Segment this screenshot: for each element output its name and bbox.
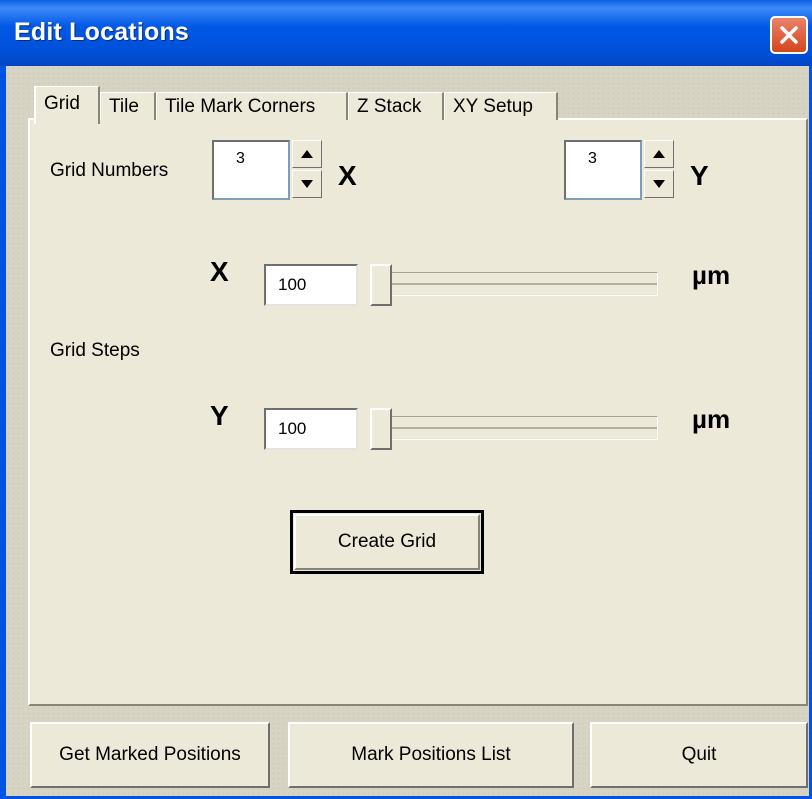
arrow-up-icon [653, 150, 665, 158]
quit-label: Quit [681, 744, 717, 765]
close-icon [780, 26, 798, 44]
grid-y-count-stepper[interactable] [644, 140, 674, 198]
quit-button[interactable]: Quit [590, 722, 808, 788]
step-x-slider-thumb[interactable] [370, 264, 392, 306]
grid-numbers-label: Grid Numbers [50, 160, 169, 181]
grid-y-count-value: 3 [588, 150, 597, 167]
grid-y-count-up-button[interactable] [644, 140, 674, 168]
step-y-slider-track[interactable] [370, 416, 658, 440]
step-x-slider-track[interactable] [370, 272, 658, 296]
grid-x-count-value: 3 [236, 150, 245, 167]
grid-steps-label: Grid Steps [50, 340, 140, 361]
tab-z-stack[interactable]: Z Stack [348, 92, 444, 120]
tab-grid[interactable]: Grid [34, 86, 100, 124]
step-y-unit: µm [692, 404, 731, 434]
grid-y-count-input[interactable]: 3 [564, 140, 642, 200]
grid-x-count-stepper[interactable] [292, 140, 322, 198]
mark-positions-list-label: Mark Positions List [351, 744, 511, 765]
grid-x-count-input[interactable]: 3 [212, 140, 290, 200]
edit-locations-window: Edit Locations Grid Tile Tile Mark Corne… [0, 0, 812, 799]
step-x-axis-label: X [210, 256, 229, 287]
tab-tile-mark-corners[interactable]: Tile Mark Corners [156, 92, 348, 120]
window-title: Edit Locations [14, 18, 190, 46]
tab-xy-setup[interactable]: XY Setup [444, 92, 558, 120]
title-bar[interactable]: Edit Locations [0, 0, 812, 66]
step-y-slider-thumb[interactable] [370, 408, 392, 450]
grid-x-count-up-button[interactable] [292, 140, 322, 168]
step-x-slider-line [371, 283, 657, 285]
step-y-slider-line [371, 427, 657, 429]
step-x-input[interactable]: 100 [264, 264, 358, 306]
grid-y-count-down-button[interactable] [644, 170, 674, 198]
grid-y-axis-label: Y [690, 160, 709, 191]
tab-tile[interactable]: Tile [100, 92, 156, 120]
close-button[interactable] [770, 16, 808, 54]
grid-x-axis-label: X [338, 160, 357, 191]
step-x-unit: µm [692, 260, 731, 290]
create-grid-button[interactable]: Create Grid [290, 510, 484, 574]
arrow-up-icon [301, 150, 313, 158]
mark-positions-list-button[interactable]: Mark Positions List [288, 722, 574, 788]
arrow-down-icon [653, 180, 665, 188]
get-marked-positions-button[interactable]: Get Marked Positions [30, 722, 270, 788]
arrow-down-icon [301, 180, 313, 188]
step-y-input[interactable]: 100 [264, 408, 358, 450]
grid-x-count-down-button[interactable] [292, 170, 322, 198]
get-marked-positions-label: Get Marked Positions [59, 744, 241, 765]
tab-panel [28, 118, 808, 706]
create-grid-button-label: Create Grid [337, 531, 437, 552]
step-y-axis-label: Y [210, 400, 229, 431]
